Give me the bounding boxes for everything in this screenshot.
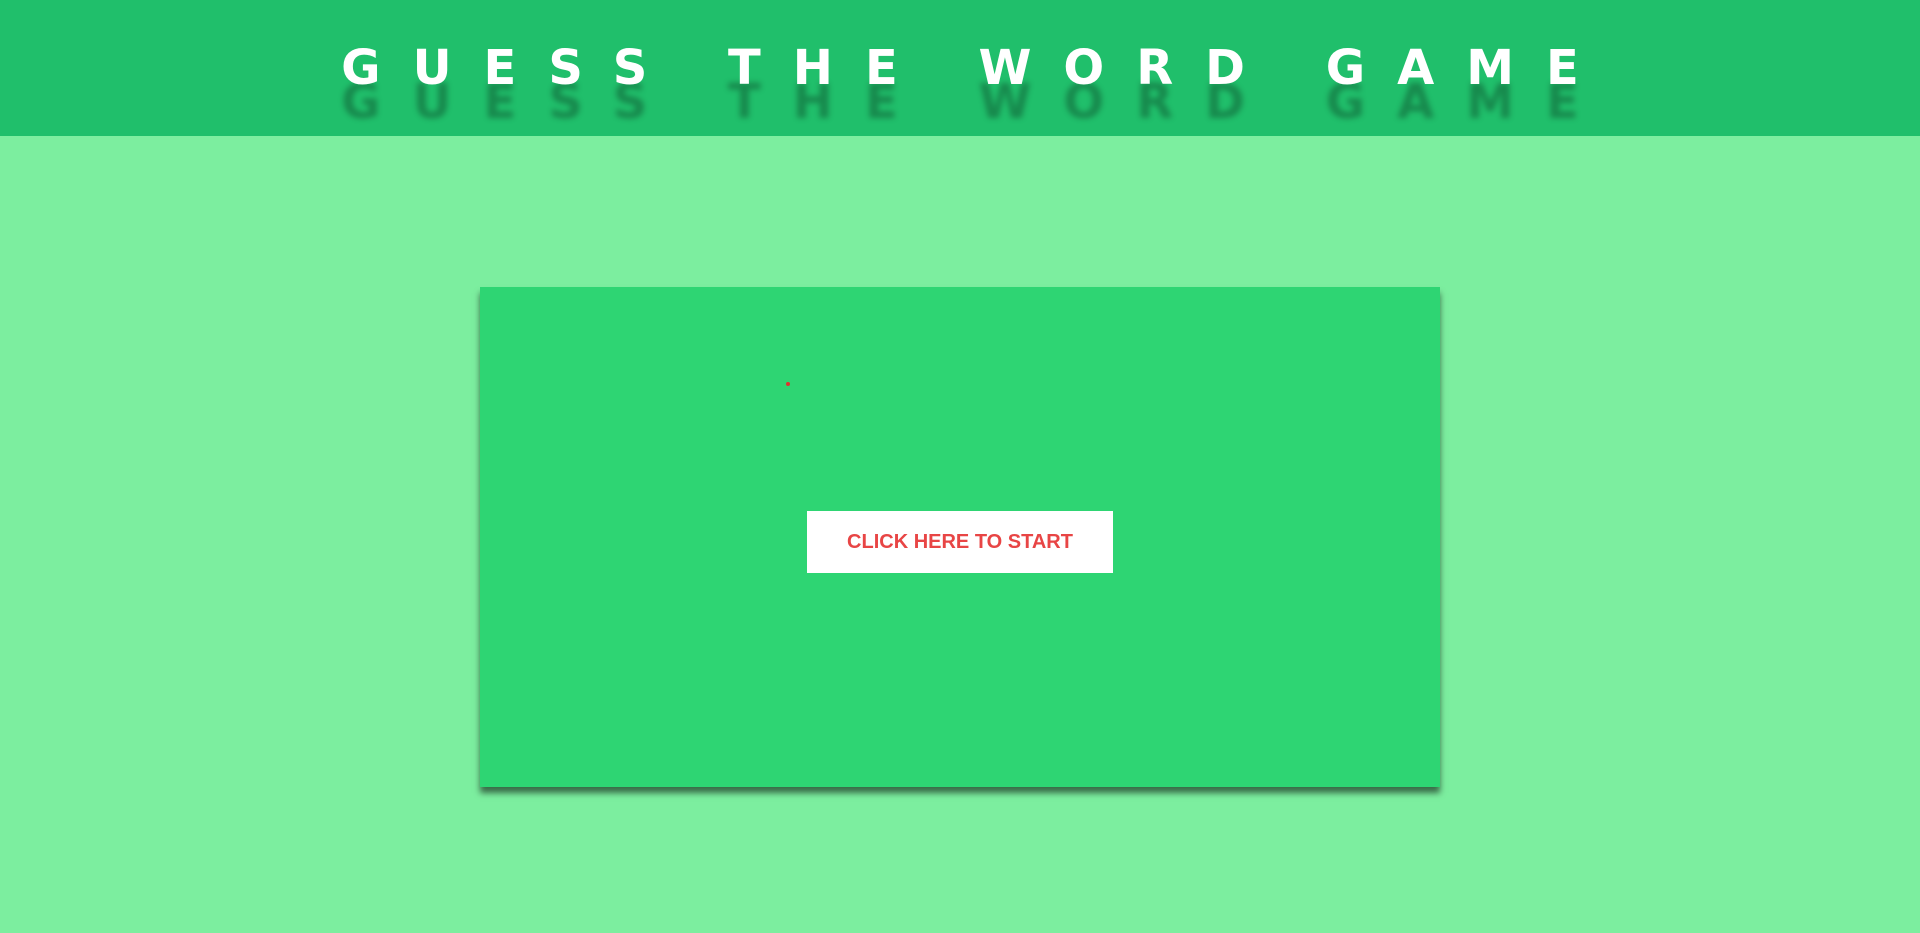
- game-panel: CLICK HERE TO START: [480, 287, 1440, 787]
- page-header: GUESS THE WORD GAME: [0, 0, 1920, 136]
- message-indicator: [786, 382, 790, 386]
- page-title: GUESS THE WORD GAME: [341, 40, 1611, 96]
- start-button[interactable]: CLICK HERE TO START: [807, 511, 1113, 573]
- title-wrap: GUESS THE WORD GAME: [0, 38, 1920, 98]
